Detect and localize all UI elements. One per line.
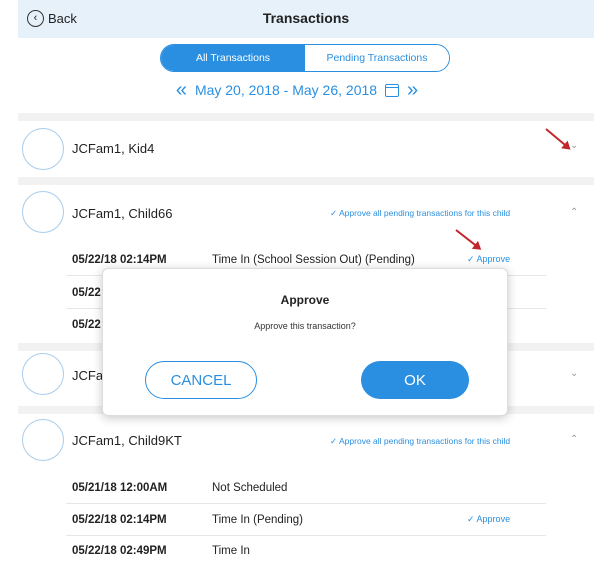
check-icon: ✓: [467, 514, 477, 524]
section-divider: [18, 177, 594, 185]
tab-pending-transactions[interactable]: Pending Transactions: [305, 45, 449, 71]
approve-button[interactable]: ✓ Approve: [467, 254, 510, 265]
row-divider: [66, 503, 546, 504]
dialog-title: Approve: [280, 293, 330, 307]
check-icon: ✓: [467, 254, 477, 264]
approve-label: Approve: [476, 254, 511, 264]
dialog-message: Approve this transaction?: [254, 321, 356, 331]
approve-label: Approve: [476, 514, 511, 524]
approve-all-label: Approve all pending transactions for thi…: [339, 208, 511, 218]
cancel-button[interactable]: CANCEL: [145, 361, 257, 399]
next-week-icon[interactable]: »: [407, 80, 418, 100]
transaction-description: Time In (Pending): [212, 514, 303, 526]
approve-all-label: Approve all pending transactions for thi…: [339, 436, 511, 446]
annotation-arrow: [455, 229, 481, 250]
ok-button[interactable]: OK: [361, 361, 469, 399]
approve-button[interactable]: ✓ Approve: [467, 514, 510, 525]
tab-all-transactions[interactable]: All Transactions: [161, 45, 305, 71]
collapse-chevron-icon[interactable]: ⌃: [570, 434, 578, 445]
transaction-date: 05/22/18 02:14PM: [72, 514, 167, 526]
transaction-date: 05/22/18 02:49PM: [72, 545, 167, 557]
transaction-date: 05/21/18 12:00AM: [72, 482, 168, 494]
check-icon: ✓: [330, 208, 340, 218]
avatar: [22, 128, 64, 170]
collapse-chevron-icon[interactable]: ⌃: [570, 207, 578, 218]
avatar: [22, 419, 64, 461]
approve-all-button[interactable]: ✓ Approve all pending transactions for t…: [330, 208, 510, 219]
avatar: [22, 191, 64, 233]
date-range-label: May 20, 2018 - May 26, 2018: [194, 82, 378, 98]
date-range-selector: « May 20, 2018 - May 26, 2018 »: [0, 80, 594, 100]
transaction-description: Time In (School Session Out) (Pending): [212, 254, 415, 266]
child-name[interactable]: JCFam1, Child66: [72, 206, 172, 221]
row-divider: [66, 535, 546, 536]
previous-week-icon[interactable]: «: [176, 80, 187, 100]
check-icon: ✓: [330, 436, 340, 446]
approve-dialog: Approve Approve this transaction? CANCEL…: [102, 268, 508, 416]
transaction-description: Time In: [212, 545, 250, 557]
child-name[interactable]: JCFam1, Child9KT: [72, 433, 182, 448]
child-name[interactable]: JCFam1, Kid4: [72, 141, 154, 156]
page-title: Transactions: [262, 10, 350, 26]
expand-chevron-icon[interactable]: ⌄: [570, 368, 578, 379]
section-divider: [18, 113, 594, 121]
transaction-date: 05/22/18 02:14PM: [72, 254, 167, 266]
annotation-arrow: [545, 128, 570, 150]
transaction-description: Not Scheduled: [212, 482, 288, 494]
transaction-date: 05/22: [72, 287, 101, 299]
calendar-icon[interactable]: [385, 83, 400, 97]
transaction-date: 05/22: [72, 319, 101, 331]
approve-all-button[interactable]: ✓ Approve all pending transactions for t…: [330, 436, 510, 447]
top-bar: ‹ Back Transactions: [18, 0, 594, 38]
transaction-filter-tabs: All Transactions Pending Transactions: [160, 44, 450, 72]
child-name[interactable]: JCFa: [72, 368, 103, 383]
avatar: [22, 353, 64, 395]
